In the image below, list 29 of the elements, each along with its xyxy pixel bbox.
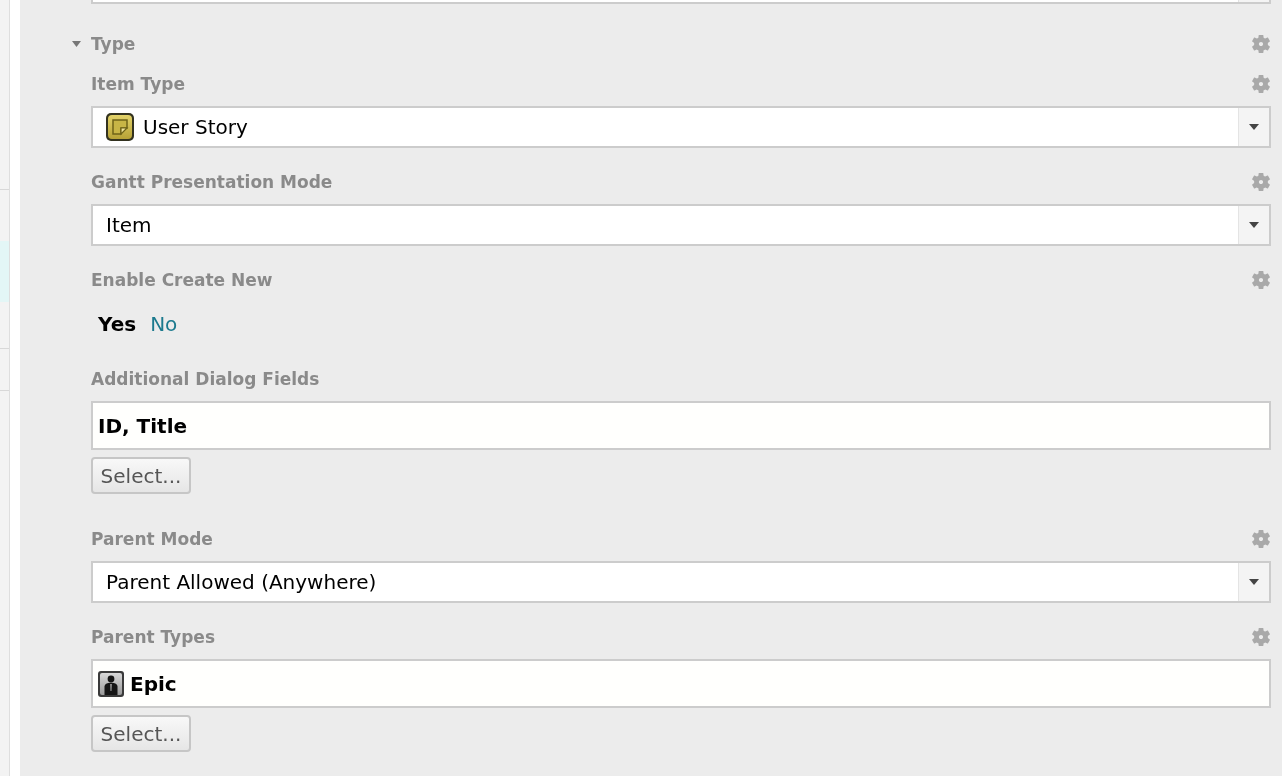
selection-field: ID, Title [91, 401, 1271, 450]
caret-down-icon [1249, 222, 1259, 228]
gear-icon[interactable] [1252, 530, 1270, 548]
figure-icon [98, 670, 124, 697]
caret-down-icon[interactable] [72, 41, 81, 47]
select-button[interactable]: Select... [91, 457, 191, 494]
field-label: Gantt Presentation Mode [91, 173, 333, 191]
caret-down-icon [1249, 124, 1259, 130]
selected-row-edge [0, 241, 9, 302]
select-button[interactable]: Select... [91, 715, 191, 752]
gear-icon[interactable] [1252, 173, 1270, 191]
field-label: Parent Mode [91, 530, 213, 548]
gear-icon[interactable] [1252, 271, 1270, 289]
dropdown[interactable]: Parent Allowed (Anywhere) [91, 561, 1271, 603]
gear-icon[interactable] [1252, 628, 1270, 646]
gear-icon[interactable] [1252, 75, 1270, 93]
field-label: Parent Types [91, 628, 215, 646]
field-label: Enable Create New [91, 271, 273, 289]
caret-down-icon [1249, 579, 1259, 585]
dropdown[interactable]: User Story [91, 106, 1271, 148]
field-label: Additional Dialog Fields [91, 370, 320, 388]
gear-icon[interactable] [1252, 35, 1270, 53]
dropdown[interactable] [91, 0, 1271, 4]
field-label: Item Type [91, 75, 185, 93]
selection-field: Epic [91, 659, 1271, 708]
option-link[interactable]: No [150, 314, 178, 334]
dropdown[interactable]: Item [91, 204, 1271, 246]
story-card-icon [106, 113, 134, 141]
option-link[interactable]: Yes [98, 314, 137, 334]
